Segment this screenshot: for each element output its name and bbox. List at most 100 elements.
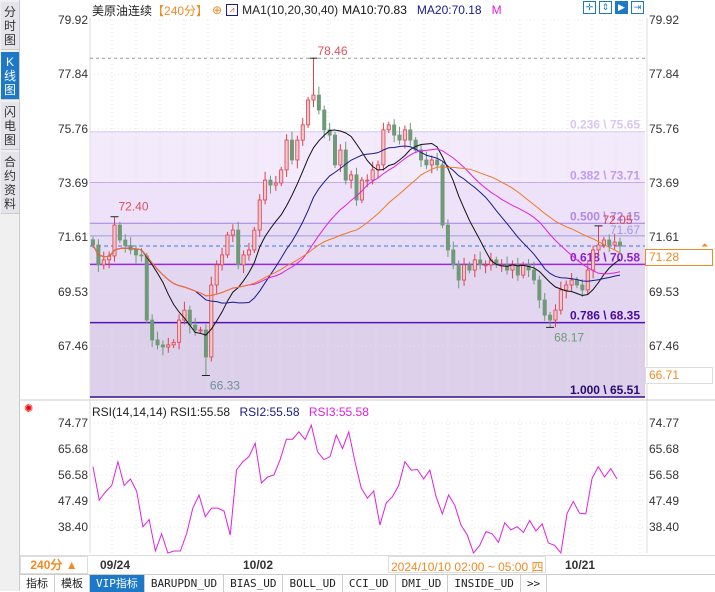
extreme-label: 78.46 [317, 44, 347, 58]
candle [246, 249, 251, 256]
candle [521, 264, 526, 276]
candle [316, 94, 321, 111]
candle [381, 129, 386, 166]
rsi-axis-label: 38.40 [57, 520, 88, 535]
candle [220, 254, 225, 266]
indicator-tab[interactable]: >> [521, 575, 548, 592]
candle [101, 259, 106, 266]
candle [166, 344, 171, 348]
candle [123, 239, 128, 246]
candle [429, 159, 434, 166]
period-button[interactable]: 240分 ▲ [20, 556, 88, 574]
exit-icon[interactable]: ⇥ [631, 1, 644, 14]
rsi-axis-label: 56.58 [649, 468, 680, 483]
period-label[interactable]: 【240分】 [152, 2, 208, 19]
candle [193, 324, 198, 331]
rsi-axis-label: 38.40 [649, 520, 680, 535]
price-axis-label: 67.46 [57, 338, 88, 353]
candle [564, 284, 569, 291]
fib-label: 0.786 \ 68.35 [570, 309, 640, 323]
candle [402, 129, 407, 141]
price-axis-label: 73.69 [57, 175, 88, 190]
candle [580, 284, 585, 291]
candle [241, 254, 246, 266]
candle [279, 169, 284, 184]
fib-label: 0.236 \ 75.65 [570, 118, 640, 132]
rsi-title: RSI(14,14,14) [92, 405, 167, 419]
rsi-axis-label: 65.68 [649, 441, 680, 456]
candle [451, 249, 456, 266]
add-compare-icon[interactable]: ⊕ [212, 3, 222, 17]
candle [408, 129, 413, 141]
crosshair-icon[interactable]: ✛ [583, 1, 596, 14]
candle [252, 229, 257, 251]
rsi-settings-icon[interactable]: ✺ [24, 402, 33, 415]
candle [230, 229, 235, 236]
indicator-tab[interactable]: CCI_UD [343, 575, 396, 592]
indicator-tab[interactable]: BOLL_UD [283, 575, 343, 592]
current-price-tag: 71.28 [645, 249, 713, 266]
extreme-label: 68.17 [554, 330, 584, 344]
ma20-value: MA20:70.18 [416, 3, 482, 17]
candle [435, 159, 440, 166]
rsi-axis-label: 65.68 [57, 441, 88, 456]
indicator-tab[interactable]: DMI_UD [396, 575, 449, 592]
candle [214, 264, 219, 286]
candle [596, 244, 601, 251]
date-label: 10/02 [243, 558, 274, 572]
candle [268, 179, 273, 186]
candle [531, 269, 536, 281]
candle [569, 279, 574, 286]
price-axis-label: 73.69 [649, 175, 680, 190]
candle [386, 124, 391, 131]
candle [91, 239, 96, 246]
crosshair-time-label: 2024/10/10 02:00 ~ 05:00 四 [388, 556, 547, 574]
candle [311, 94, 316, 101]
indicator-chart-icon[interactable]: ⩘ [226, 4, 239, 16]
indicator-tab[interactable]: BARUPDN_UD [145, 575, 225, 592]
candle [612, 241, 617, 246]
price-axis-label: 69.53 [649, 284, 680, 299]
fib-label: 1.000 \ 65.51 [570, 383, 640, 397]
chart-toolbar: ✛ ⇕ ▶ ⇥ [583, 1, 644, 14]
candle [445, 224, 450, 251]
rsi-axis-label: 74.77 [649, 416, 680, 430]
candle [155, 339, 160, 346]
rsi1-value: RSI1:55.58 [170, 405, 231, 419]
price-line-label: 71.67 [610, 223, 640, 237]
candle [257, 199, 262, 231]
ma10-value: MA10:70.83 [342, 3, 407, 17]
indicator-tab[interactable]: 指标 [20, 575, 55, 592]
candle [472, 259, 477, 271]
fit-range-icon[interactable]: ⇕ [599, 1, 612, 14]
price-alert-icon[interactable]: ⏶ [701, 240, 708, 251]
candle [322, 109, 327, 131]
price-axis-label: 67.46 [649, 338, 680, 353]
indicator-tab[interactable]: 模板 [55, 575, 90, 592]
candle [526, 264, 531, 271]
candle [160, 344, 165, 348]
candle [542, 299, 547, 316]
candle [289, 139, 294, 161]
indicator-tab[interactable]: VIP指标 [90, 575, 145, 592]
date-label: 10/21 [565, 558, 596, 572]
fib-zone [90, 223, 645, 265]
candle [128, 245, 133, 251]
price-axis-label: 79.92 [57, 13, 88, 27]
candle [618, 241, 623, 247]
rsi-axis-label: 74.77 [57, 416, 88, 430]
candle [150, 319, 155, 341]
chart-canvas[interactable]: 0.236 \ 75.650.382 \ 73.710.500 \ 72.150… [0, 0, 715, 555]
candle [338, 149, 343, 166]
rsi3-value: RSI3:55.58 [308, 405, 369, 419]
candle [478, 259, 483, 266]
rsi-line [92, 423, 618, 555]
indicator-tab[interactable]: INSIDE_UD [448, 575, 521, 592]
fib-label: 0.382 \ 73.71 [570, 168, 640, 182]
price-axis-label: 75.76 [57, 121, 88, 136]
candle [144, 255, 149, 321]
play-icon[interactable]: ▶ [615, 1, 628, 14]
candle [306, 99, 311, 126]
indicator-tab[interactable]: BIAS_UD [224, 575, 284, 592]
fib-zone [90, 182, 645, 224]
